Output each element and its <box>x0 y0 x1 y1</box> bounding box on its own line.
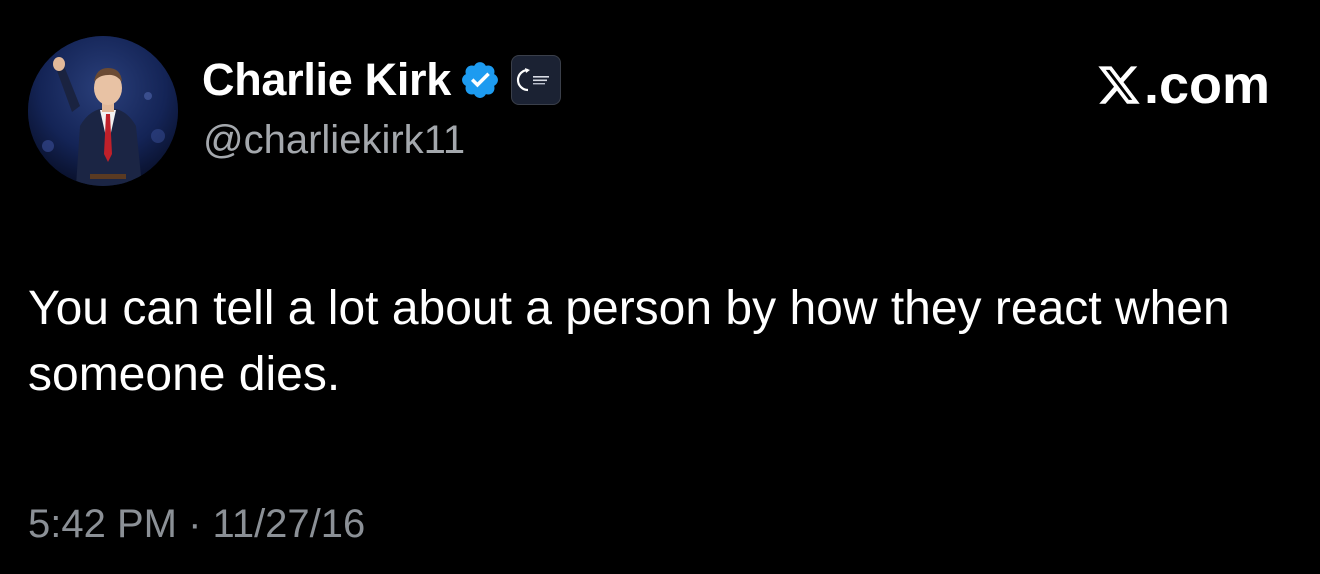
tweet-card: Charlie Kirk @charliekirk11 .com You can… <box>0 0 1320 574</box>
avatar-photo <box>28 36 178 186</box>
tweet-date: 11/27/16 <box>212 502 366 546</box>
site-label: .com <box>1143 55 1270 115</box>
timestamp-separator: · <box>188 502 202 546</box>
turning-point-usa-logo-icon[interactable] <box>511 55 561 105</box>
verified-check-icon <box>459 59 501 101</box>
tweet-text: You can tell a lot about a person by how… <box>28 282 1230 401</box>
tweet-timestamp[interactable]: 5:42 PM · 11/27/16 <box>28 502 365 547</box>
avatar[interactable] <box>28 36 178 186</box>
site-brand: .com <box>1096 54 1270 116</box>
author-handle[interactable]: @charliekirk11 <box>203 118 465 163</box>
tweet-time: 5:42 PM <box>28 502 177 546</box>
x-logo-icon <box>1098 66 1140 104</box>
author-name-row: Charlie Kirk <box>202 52 561 108</box>
author-display-name[interactable]: Charlie Kirk <box>202 54 451 106</box>
